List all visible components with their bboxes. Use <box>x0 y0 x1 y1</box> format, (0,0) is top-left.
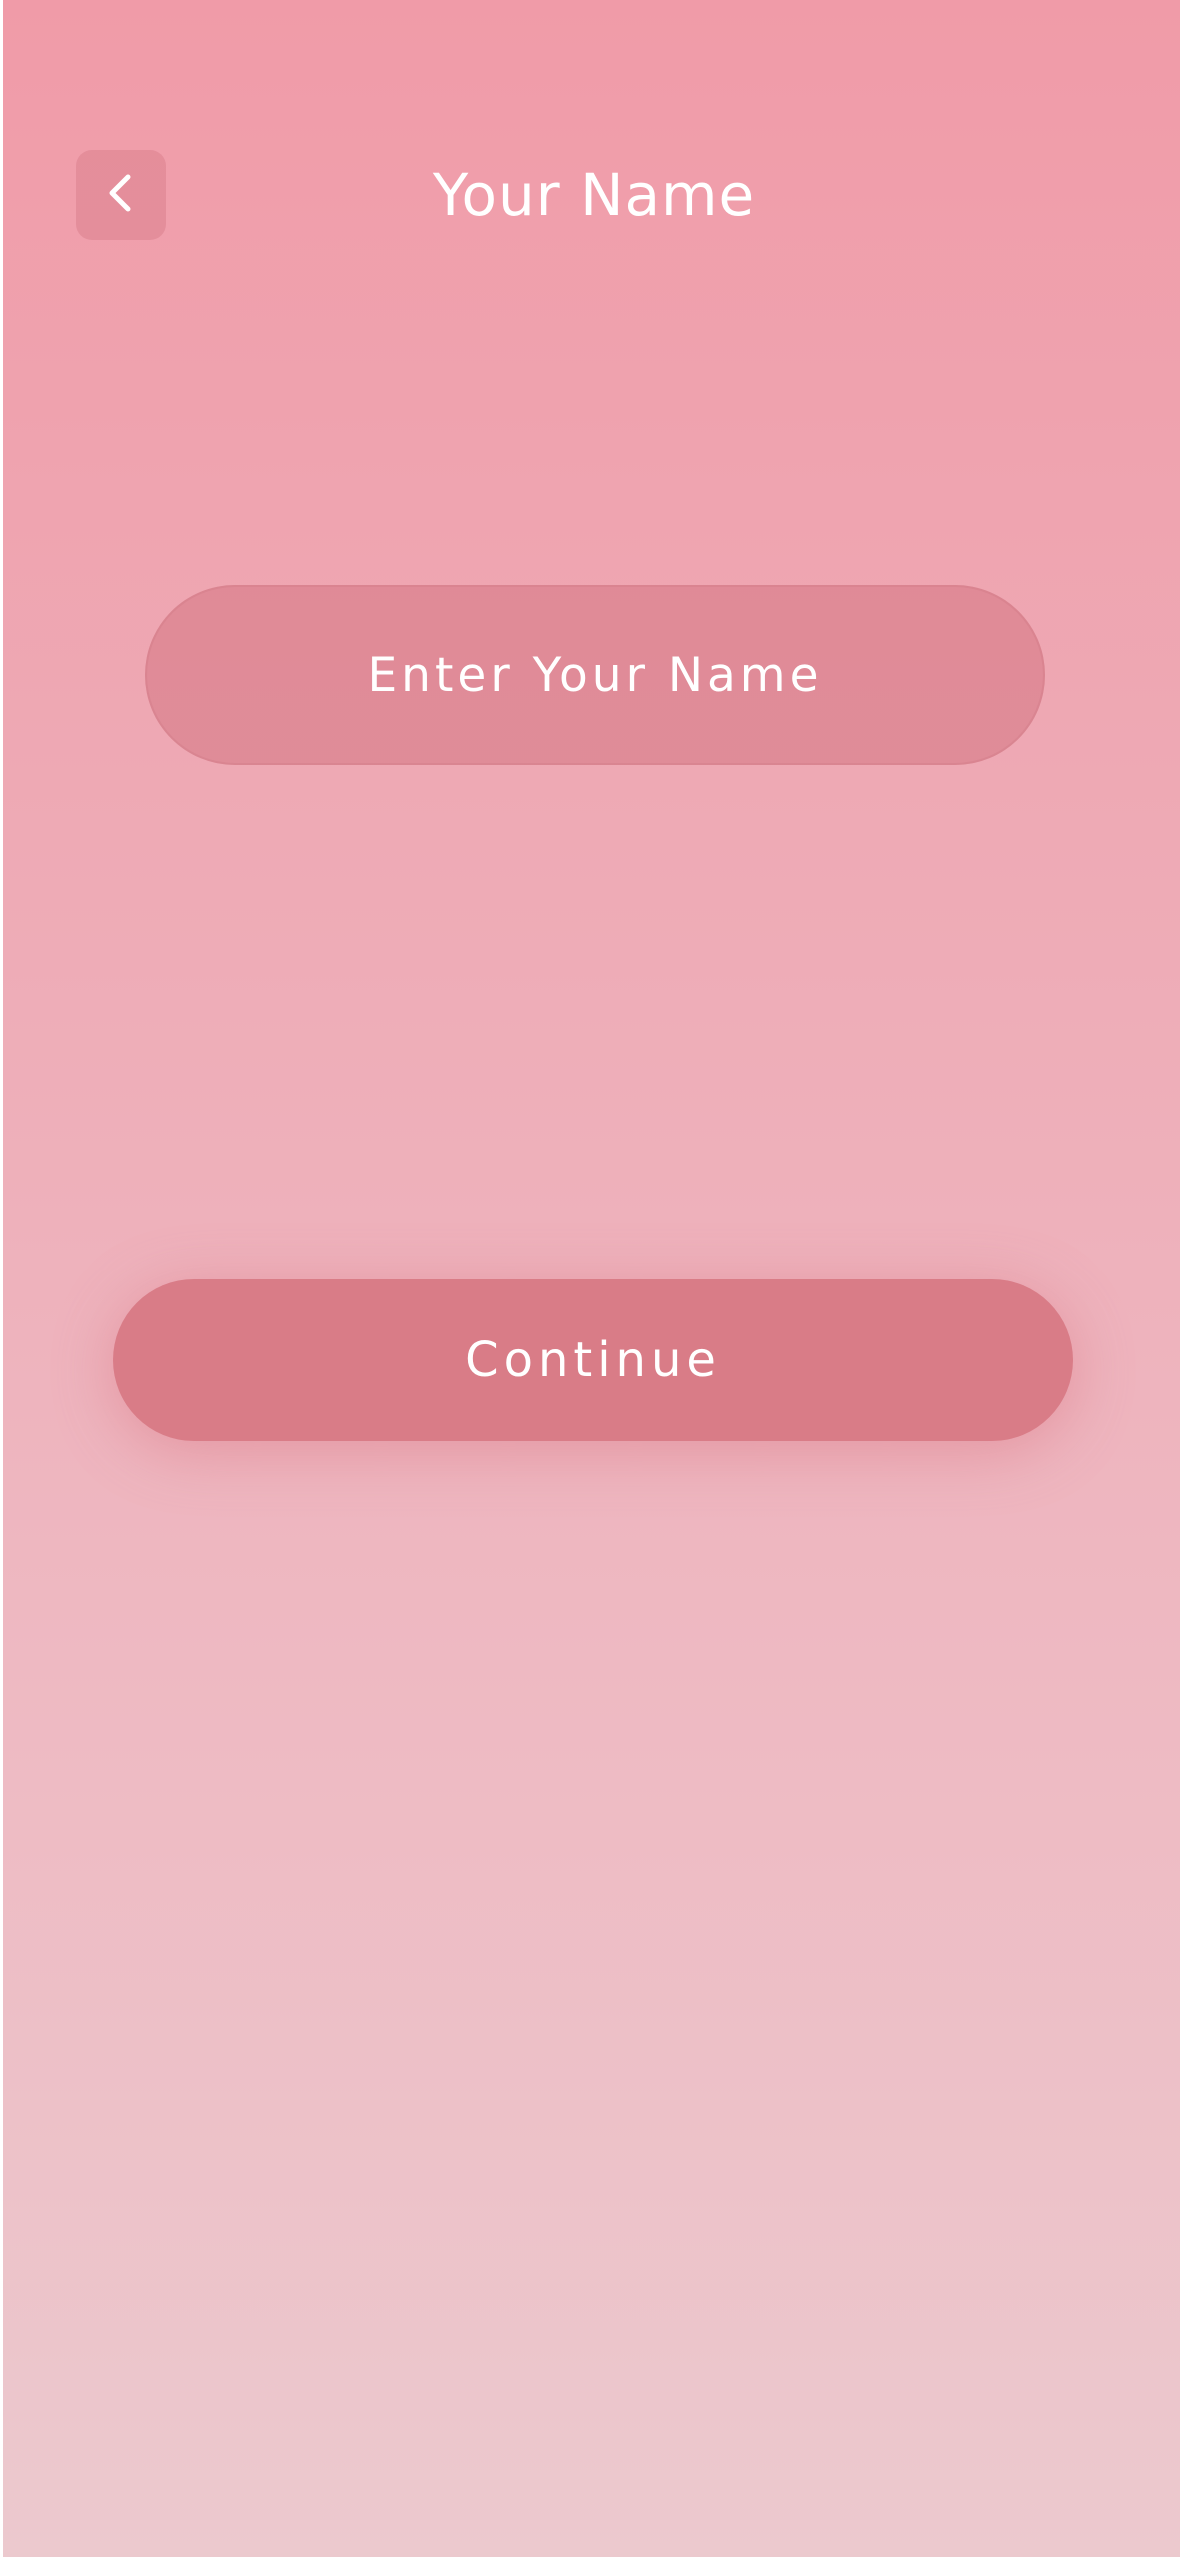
name-field <box>145 585 1045 765</box>
page-title: Your Name <box>432 161 756 229</box>
name-entry-screen: Your Name Continue <box>0 0 1180 2557</box>
name-input[interactable] <box>145 585 1045 765</box>
continue-button[interactable]: Continue <box>113 1279 1073 1441</box>
